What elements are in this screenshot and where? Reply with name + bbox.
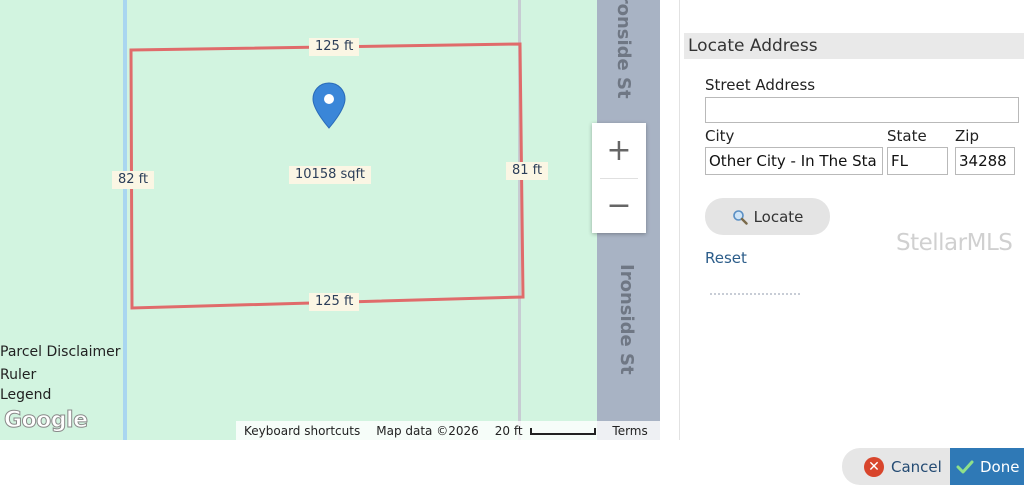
zoom-divider bbox=[600, 178, 638, 179]
locate-button[interactable]: Locate bbox=[705, 198, 830, 235]
panel-loading-dots bbox=[710, 293, 800, 295]
terms-link[interactable]: Terms bbox=[604, 424, 655, 438]
locate-button-label: Locate bbox=[753, 207, 804, 226]
panel-title: Locate Address bbox=[684, 33, 1024, 59]
zoom-out-button[interactable]: − bbox=[592, 178, 646, 233]
scale-label: 20 ft bbox=[494, 423, 523, 438]
scale-bar bbox=[530, 427, 597, 435]
map-data-text: Map data ©2026 bbox=[376, 423, 479, 438]
street-address-input[interactable] bbox=[705, 97, 1019, 123]
legend-link[interactable]: Legend bbox=[0, 386, 51, 404]
zoom-control: + − bbox=[592, 123, 646, 233]
reset-link[interactable]: Reset bbox=[705, 249, 747, 267]
state-input[interactable]: FL bbox=[887, 147, 948, 175]
keyboard-shortcuts-link[interactable]: Keyboard shortcuts bbox=[236, 424, 368, 438]
street-label-top: Ironside St bbox=[613, 0, 634, 99]
checkmark-icon bbox=[956, 460, 974, 473]
zoom-in-button[interactable]: + bbox=[592, 123, 646, 178]
zip-label: Zip bbox=[955, 127, 979, 145]
city-label: City bbox=[705, 127, 735, 145]
dimension-label-top: 125 ft bbox=[309, 38, 360, 56]
cancel-button[interactable]: ✕ Cancel bbox=[842, 448, 952, 485]
magnifier-icon bbox=[732, 209, 748, 225]
dimension-label-bottom: 125 ft bbox=[309, 293, 360, 311]
zip-input[interactable]: 34288 bbox=[955, 147, 1015, 175]
map-canvas bbox=[0, 0, 660, 440]
state-label: State bbox=[887, 127, 927, 145]
locate-address-panel: Locate Address Street Address City Other… bbox=[680, 0, 1024, 440]
street-address-label: Street Address bbox=[705, 76, 816, 94]
map-scale[interactable]: 20 ft bbox=[487, 424, 605, 438]
stellar-mls-watermark: StellarMLS bbox=[896, 230, 1013, 256]
cancel-x-icon: ✕ bbox=[864, 456, 884, 477]
done-button[interactable]: Done bbox=[950, 448, 1024, 485]
ruler-link[interactable]: Ruler bbox=[0, 366, 36, 384]
map-attribution-bar: Keyboard shortcuts Map data ©2026 20 ft … bbox=[236, 421, 660, 440]
google-logo[interactable]: Google bbox=[4, 408, 89, 434]
parcel-disclaimer-link[interactable]: Parcel Disclaimer bbox=[0, 343, 121, 361]
area-label: 10158 sqft bbox=[289, 166, 371, 184]
map-boundary-line bbox=[123, 0, 127, 440]
dimension-label-right: 81 ft bbox=[506, 162, 549, 180]
dimension-label-left: 82 ft bbox=[112, 171, 155, 189]
parcel-locator-window: 125 ft 82 ft 10158 sqft 81 ft 125 ft Iro… bbox=[0, 0, 1024, 491]
parcel-map[interactable]: 125 ft 82 ft 10158 sqft 81 ft 125 ft Iro… bbox=[0, 0, 660, 440]
done-button-label: Done bbox=[980, 457, 1020, 476]
city-input[interactable]: Other City - In The Sta bbox=[705, 147, 883, 175]
cancel-button-label: Cancel bbox=[891, 457, 942, 476]
street-label-bottom: Ironside St bbox=[616, 264, 637, 375]
